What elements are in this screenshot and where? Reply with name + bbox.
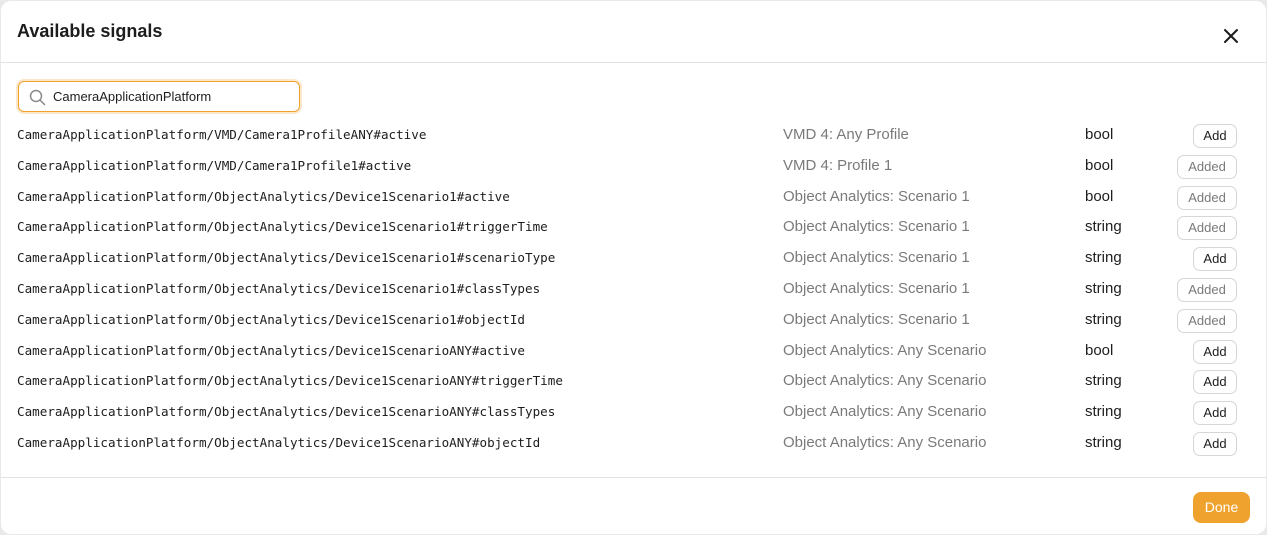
signal-source: Object Analytics: Scenario 1 — [783, 249, 970, 267]
search-input[interactable] — [53, 82, 293, 111]
signal-type: string — [1085, 433, 1122, 451]
add-button[interactable]: Add — [1193, 124, 1237, 148]
add-button[interactable]: Add — [1193, 247, 1237, 272]
added-button[interactable]: Added — [1177, 216, 1237, 241]
signal-path: CameraApplicationPlatform/ObjectAnalytic… — [17, 250, 556, 266]
signal-path: CameraApplicationPlatform/ObjectAnalytic… — [17, 219, 548, 235]
dialog-header: Available signals — [1, 1, 1266, 63]
search-field[interactable] — [18, 81, 300, 112]
signal-source: Object Analytics: Scenario 1 — [783, 310, 970, 328]
signal-path: CameraApplicationPlatform/VMD/Camera1Pro… — [17, 157, 412, 173]
signal-source: VMD 4: Profile 1 — [783, 156, 893, 174]
table-row: CameraApplicationPlatform/VMD/Camera1Pro… — [1, 151, 1266, 182]
signal-source: Object Analytics: Any Scenario — [783, 403, 987, 421]
signal-source: Object Analytics: Scenario 1 — [783, 218, 970, 236]
signal-path: CameraApplicationPlatform/ObjectAnalytic… — [17, 434, 541, 450]
added-button[interactable]: Added — [1177, 154, 1237, 179]
close-icon[interactable] — [1220, 25, 1242, 47]
signal-source: Object Analytics: Scenario 1 — [783, 279, 970, 297]
dialog-title: Available signals — [17, 21, 163, 41]
signal-type: bool — [1085, 156, 1114, 174]
add-button[interactable]: Add — [1193, 431, 1237, 456]
signal-type: string — [1085, 403, 1122, 421]
table-row: CameraApplicationPlatform/ObjectAnalytic… — [1, 212, 1266, 243]
table-row: CameraApplicationPlatform/ObjectAnalytic… — [1, 366, 1266, 397]
signal-type: string — [1085, 372, 1122, 390]
signal-path: CameraApplicationPlatform/ObjectAnalytic… — [17, 311, 525, 327]
signal-type: string — [1085, 249, 1122, 267]
signal-type: bool — [1085, 126, 1114, 143]
signal-path: CameraApplicationPlatform/ObjectAnalytic… — [17, 404, 556, 420]
signal-path: CameraApplicationPlatform/ObjectAnalytic… — [17, 342, 525, 358]
signal-source: Object Analytics: Scenario 1 — [783, 187, 970, 205]
signal-type: string — [1085, 310, 1122, 328]
signal-source: Object Analytics: Any Scenario — [783, 433, 987, 451]
table-row: CameraApplicationPlatform/ObjectAnalytic… — [1, 397, 1266, 428]
signal-type: string — [1085, 279, 1122, 297]
signal-path: CameraApplicationPlatform/ObjectAnalytic… — [17, 188, 510, 204]
add-button[interactable]: Add — [1193, 401, 1237, 426]
signal-source: VMD 4: Any Profile — [783, 126, 909, 143]
done-button[interactable]: Done — [1193, 492, 1250, 523]
table-row: CameraApplicationPlatform/ObjectAnalytic… — [1, 428, 1266, 459]
table-row: CameraApplicationPlatform/ObjectAnalytic… — [1, 243, 1266, 274]
available-signals-dialog: Available signals CameraApplicationPlatf… — [1, 1, 1266, 534]
added-button[interactable]: Added — [1177, 277, 1237, 302]
signal-path: CameraApplicationPlatform/VMD/Camera1Pro… — [17, 127, 427, 142]
signals-list: CameraApplicationPlatform/VMD/Camera1Pro… — [1, 120, 1266, 459]
add-button[interactable]: Add — [1193, 339, 1237, 364]
signal-path: CameraApplicationPlatform/ObjectAnalytic… — [17, 280, 541, 296]
table-row: CameraApplicationPlatform/VMD/Camera1Pro… — [1, 120, 1266, 151]
signal-type: string — [1085, 218, 1122, 236]
table-row: CameraApplicationPlatform/ObjectAnalytic… — [1, 182, 1266, 213]
signal-type: bool — [1085, 341, 1114, 359]
signal-type: bool — [1085, 187, 1114, 205]
table-row: CameraApplicationPlatform/ObjectAnalytic… — [1, 305, 1266, 336]
signal-source: Object Analytics: Any Scenario — [783, 341, 987, 359]
added-button[interactable]: Added — [1177, 185, 1237, 210]
signal-source: Object Analytics: Any Scenario — [783, 372, 987, 390]
table-row: CameraApplicationPlatform/ObjectAnalytic… — [1, 336, 1266, 367]
search-icon — [29, 89, 46, 106]
signal-path: CameraApplicationPlatform/ObjectAnalytic… — [17, 373, 563, 389]
add-button[interactable]: Add — [1193, 370, 1237, 395]
added-button[interactable]: Added — [1177, 308, 1237, 333]
dialog-footer: Done — [1, 477, 1266, 534]
table-row: CameraApplicationPlatform/ObjectAnalytic… — [1, 274, 1266, 305]
